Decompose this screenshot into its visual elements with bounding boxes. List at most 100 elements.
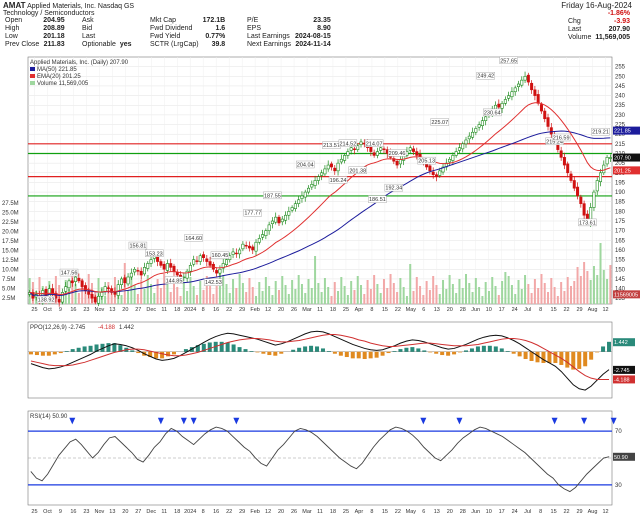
x-tick-label: 6: [422, 307, 425, 312]
ppo-histogram-bar: [428, 351, 433, 353]
volume-tick-label: 12.5M: [2, 258, 19, 264]
candle-body: [576, 186, 580, 197]
candle-body: [592, 191, 596, 208]
volume-bar: [340, 277, 343, 304]
rsi-chart: 305070RSI(14) 50.9050.9025Oct91623Nov132…: [27, 410, 635, 515]
ppo-histogram-bar: [88, 345, 93, 352]
volume-bar: [251, 287, 254, 304]
price-annotation: 177.77: [244, 211, 261, 217]
price-annotation: 192.34: [385, 186, 402, 192]
volume-bar: [297, 275, 300, 304]
candle-body: [316, 176, 320, 181]
x-tick-label: 2024: [184, 509, 196, 515]
volume-bar: [481, 296, 484, 304]
volume-bar: [419, 286, 422, 304]
ppo-title: 1.442: [119, 325, 135, 331]
candle-body: [274, 216, 278, 223]
volume-bar: [484, 282, 487, 304]
volume-bar: [287, 294, 290, 304]
volume-bar: [468, 283, 471, 304]
candle-body: [572, 180, 576, 189]
volume-bar: [553, 287, 556, 304]
ppo-title: -4.188: [98, 325, 116, 331]
volume-bar: [425, 281, 428, 304]
x-tick-label: 12: [265, 307, 271, 312]
candle-body: [133, 268, 137, 273]
stat-row: SCTR (LrgCap) 39.8: [148, 41, 227, 49]
volume-bar: [540, 274, 543, 304]
x-tick-label: Apr: [355, 307, 364, 312]
ppo-histogram-bar: [553, 351, 558, 363]
stat-row: Next Earnings 2024-11-14: [245, 41, 333, 49]
ppo-histogram-bar: [511, 351, 516, 354]
volume-bar: [166, 283, 169, 304]
ppo-histogram-bar: [207, 342, 212, 352]
stat-label: Last Earnings: [247, 33, 290, 40]
candle-body: [510, 91, 514, 98]
x-tick-label: Jul: [524, 509, 531, 515]
ppo-histogram-bar: [434, 351, 439, 354]
candle-body: [333, 167, 337, 172]
candle-body: [254, 241, 258, 252]
x-tick-label: 9: [59, 307, 62, 312]
x-tick-label: Nov: [94, 307, 104, 312]
ppo-histogram-bar: [46, 351, 51, 356]
candle-body: [382, 148, 386, 150]
ppo-histogram-bar: [237, 347, 242, 352]
x-tick-label: Dec: [146, 307, 156, 312]
volume-bar: [458, 279, 461, 304]
candle-body: [599, 172, 603, 182]
company-name: Applied Materials, Inc.: [27, 3, 96, 10]
x-tick-label: 10: [486, 307, 492, 312]
volume-bar: [317, 283, 320, 304]
volume-bar: [366, 280, 369, 304]
stat-label: Volume: [567, 34, 592, 41]
candle-body: [290, 207, 294, 211]
price-label: 11569005: [614, 292, 638, 298]
ppo-histogram-bar: [261, 351, 266, 354]
candle-body: [503, 99, 507, 104]
y-tick-label: 230: [615, 113, 626, 119]
y-tick-label: 215: [615, 142, 626, 148]
volume-bar: [442, 280, 445, 304]
stat-value: 172.1B: [202, 17, 226, 24]
x-tick-label: 16: [70, 509, 76, 515]
stat-label: SCTR (LrgCap): [150, 41, 199, 48]
x-tick-label: 25: [31, 509, 37, 515]
volume-bar: [422, 295, 425, 304]
volume-bar: [576, 267, 579, 304]
volume-bar: [310, 288, 313, 304]
x-tick-label: 16: [213, 509, 219, 515]
candle-body: [461, 143, 465, 150]
volume-bar: [569, 286, 572, 304]
candle-body: [507, 95, 511, 99]
stat-row: Bid: [80, 25, 134, 33]
volume-bar: [343, 286, 346, 304]
ppo-histogram-bar: [249, 351, 254, 352]
volume-bar: [566, 277, 569, 304]
candle-body: [93, 296, 97, 303]
candle-body: [448, 158, 452, 163]
volume-bar: [606, 279, 609, 304]
x-tick-label: 11: [317, 307, 323, 312]
volume-bar: [143, 289, 146, 304]
stat-label: Ask: [82, 17, 94, 24]
stat-label: Chg: [567, 18, 581, 25]
volume-bar: [176, 287, 179, 304]
price-annotation: 257.65: [500, 58, 517, 64]
volume-bar: [337, 291, 340, 304]
x-tick-label: 11: [317, 509, 323, 515]
candle-body: [339, 158, 343, 163]
volume-bar: [271, 295, 274, 304]
x-tick-label: 25: [31, 307, 37, 312]
x-tick-label: 11: [161, 307, 167, 312]
x-tick-label: Oct: [43, 509, 52, 515]
volume-bar: [264, 277, 267, 304]
candle-body: [438, 170, 442, 176]
candle-body: [569, 173, 573, 181]
x-tick-label: Jun: [471, 307, 480, 312]
candle-body: [90, 294, 94, 299]
candle-body: [408, 147, 412, 151]
candle-body: [247, 245, 251, 249]
volume-bar: [202, 290, 205, 304]
